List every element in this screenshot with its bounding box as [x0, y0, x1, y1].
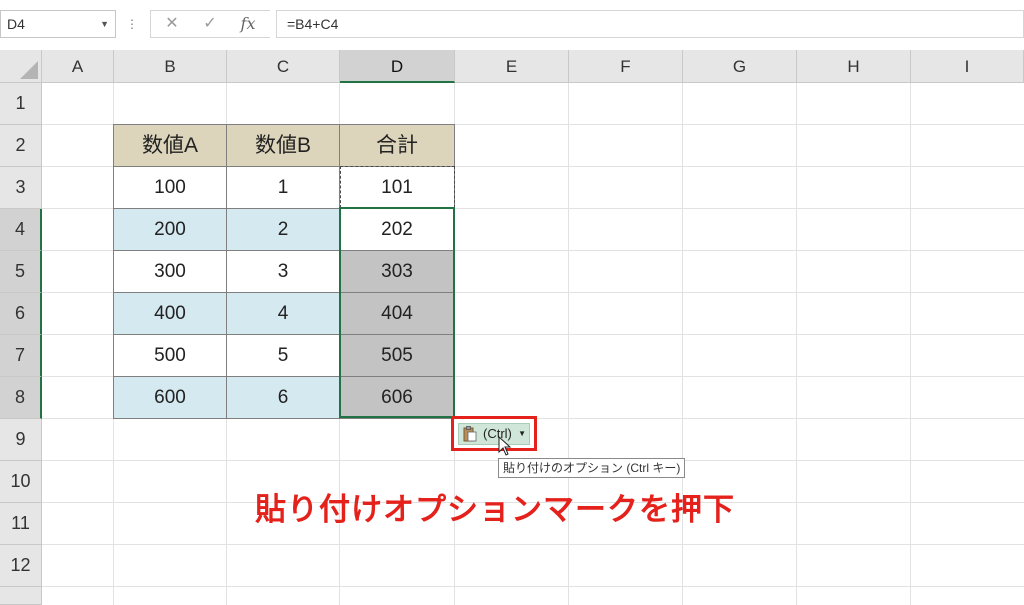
row-header-13[interactable] [0, 587, 42, 605]
column-header-h[interactable]: H [797, 50, 911, 83]
paste-options-button[interactable]: (Ctrl) ▼ [458, 423, 530, 445]
mouse-pointer-icon [498, 436, 512, 456]
chevron-down-icon: ▼ [518, 429, 526, 438]
row-header-10[interactable]: 10 [0, 461, 42, 503]
cancel-icon[interactable]: ✕ [157, 11, 187, 37]
row-header-11[interactable]: 11 [0, 503, 42, 545]
column-header-d[interactable]: D [340, 50, 455, 83]
table-cell[interactable]: 3 [227, 251, 340, 293]
table-cell[interactable]: 202 [340, 209, 455, 251]
table-header-cell[interactable]: 数値A [113, 124, 227, 167]
row-header-4[interactable]: 4 [0, 209, 42, 251]
table-cell[interactable]: 100 [113, 167, 227, 209]
table-header-cell[interactable]: 合計 [340, 124, 455, 167]
table-cell[interactable]: 1 [227, 167, 340, 209]
row-header-7[interactable]: 7 [0, 335, 42, 377]
table-cell[interactable]: 5 [227, 335, 340, 377]
table-cell[interactable]: 400 [113, 293, 227, 335]
column-header-g[interactable]: G [683, 50, 797, 83]
column-header-i[interactable]: I [911, 50, 1024, 83]
row-header-6[interactable]: 6 [0, 293, 42, 335]
check-icon[interactable]: ✓ [195, 11, 225, 37]
instruction-annotation: 貼り付けオプションマークを押下 [255, 492, 735, 528]
column-header-b[interactable]: B [114, 50, 227, 83]
row-header-1[interactable]: 1 [0, 83, 42, 125]
table-cell[interactable]: 200 [113, 209, 227, 251]
clipboard-icon [463, 426, 477, 442]
row-header-12[interactable]: 12 [0, 545, 42, 587]
table-cell[interactable]: 303 [340, 251, 455, 293]
column-header-a[interactable]: A [42, 50, 114, 83]
row-header-3[interactable]: 3 [0, 167, 42, 209]
table-cell[interactable]: 300 [113, 251, 227, 293]
formula-input[interactable]: =B4+C4 [276, 10, 1024, 38]
paste-options-highlight: (Ctrl) ▼ [451, 416, 537, 451]
name-box-value: D4 [7, 16, 25, 32]
table-cell[interactable]: 500 [113, 335, 227, 377]
table-cell[interactable]: 2 [227, 209, 340, 251]
row-header-8[interactable]: 8 [0, 377, 42, 419]
more-options-icon[interactable]: ⋮ [126, 14, 138, 34]
insert-function-button[interactable]: fx [233, 11, 263, 37]
row-header-5[interactable]: 5 [0, 251, 42, 293]
row-header-9[interactable]: 9 [0, 419, 42, 461]
chevron-down-icon[interactable]: ▼ [100, 11, 109, 37]
table-cell[interactable]: 404 [340, 293, 455, 335]
name-box[interactable]: D4 ▼ [0, 10, 116, 38]
table-cell[interactable]: 600 [113, 377, 227, 419]
select-all-button[interactable] [0, 50, 42, 83]
table-cell[interactable]: 606 [340, 377, 455, 419]
table-cell[interactable]: 101 [340, 167, 455, 209]
table-cell[interactable]: 505 [340, 335, 455, 377]
table-cell[interactable]: 6 [227, 377, 340, 419]
column-header-e[interactable]: E [455, 50, 569, 83]
formula-bar: D4 ▼ ⋮ ✕ ✓ fx =B4+C4 [0, 0, 1024, 50]
column-header-c[interactable]: C [227, 50, 340, 83]
table-header-cell[interactable]: 数値B [227, 124, 340, 167]
table-cell[interactable]: 4 [227, 293, 340, 335]
row-header-2[interactable]: 2 [0, 125, 42, 167]
column-header-f[interactable]: F [569, 50, 683, 83]
formula-buttons: ✕ ✓ fx [150, 10, 270, 38]
paste-options-tooltip: 貼り付けのオプション (Ctrl キー) [498, 458, 686, 478]
